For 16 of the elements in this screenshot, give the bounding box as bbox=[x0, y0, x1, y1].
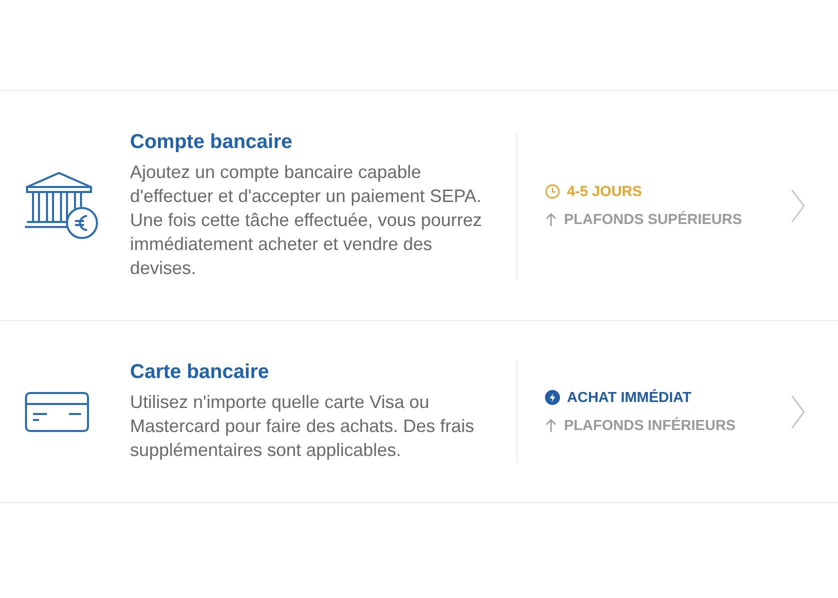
chevron-right-icon[interactable] bbox=[791, 188, 805, 222]
limits-label: PLAFONDS SUPÉRIEURS bbox=[564, 212, 742, 228]
speed-label: 4-5 JOURS bbox=[567, 184, 642, 200]
option-title: Compte bancaire bbox=[130, 131, 294, 154]
arrow-up-icon bbox=[545, 418, 557, 433]
option-title: Carte bancaire bbox=[130, 361, 270, 384]
limits-label: PLAFONDS INFÉRIEURS bbox=[564, 418, 736, 434]
arrow-up-icon bbox=[545, 212, 557, 227]
chevron-right-icon[interactable] bbox=[791, 394, 805, 428]
bank-icon bbox=[25, 170, 99, 240]
option-description: Ajoutez un compte bancaire capable d'effectuer et d'accepter un paiement SEPA. Une fois cette tâche effectuée, vous pourrez immédiatement acheter et vendre des devises. bbox=[130, 161, 483, 280]
credit-card-icon bbox=[25, 392, 89, 432]
speed-label: ACHAT IMMÉDIAT bbox=[567, 390, 692, 406]
lightning-icon bbox=[545, 390, 560, 405]
option-description: Utilisez n'importe quelle carte Visa ou Mastercard pour faire des achats. Des frais supplémentaires sont applicables. bbox=[130, 391, 476, 462]
clock-icon bbox=[545, 184, 560, 199]
